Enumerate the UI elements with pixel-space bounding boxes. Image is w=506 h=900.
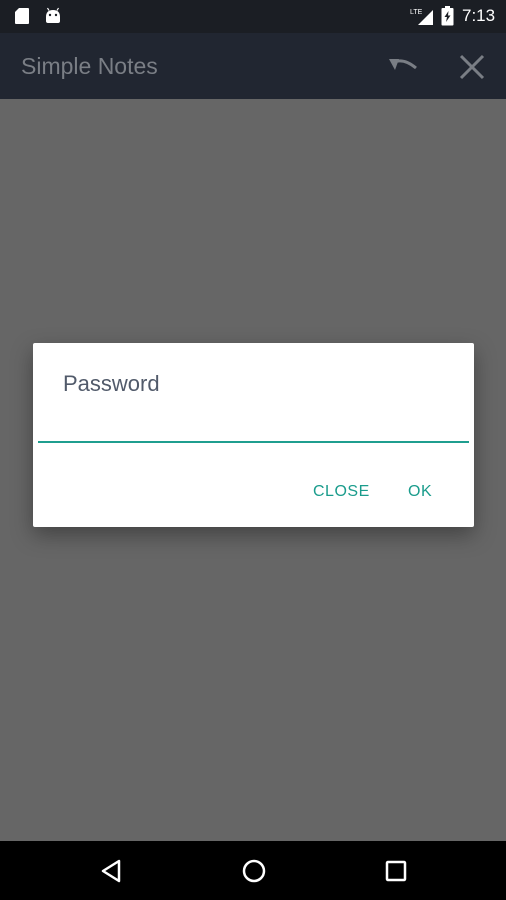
android-icon [46,7,60,23]
recents-button[interactable] [381,856,411,886]
password-dialog: Password CLOSE OK [33,343,474,527]
close-icon [459,54,485,80]
lte-label: LTE [410,9,423,16]
status-clock: 7:13 [462,6,496,25]
home-button[interactable] [239,856,269,886]
recents-icon [385,860,407,882]
close-dialog-button[interactable]: CLOSE [303,476,380,508]
password-input[interactable] [38,409,469,443]
home-icon [242,859,266,883]
sd-card-icon [15,8,29,24]
undo-icon [389,59,417,70]
status-bar: LTE 7:13 [0,0,506,33]
app-bar: Simple Notes [0,33,506,99]
back-button[interactable] [96,856,126,886]
app-title: Simple Notes [21,53,158,79]
close-button[interactable] [450,45,494,89]
ok-button[interactable]: OK [398,476,442,508]
undo-button[interactable] [380,45,424,89]
battery-icon [441,6,454,26]
lte-signal-icon: LTE [410,9,433,25]
back-icon [101,859,121,883]
dialog-title: Password [63,371,160,396]
navigation-bar [0,841,506,900]
